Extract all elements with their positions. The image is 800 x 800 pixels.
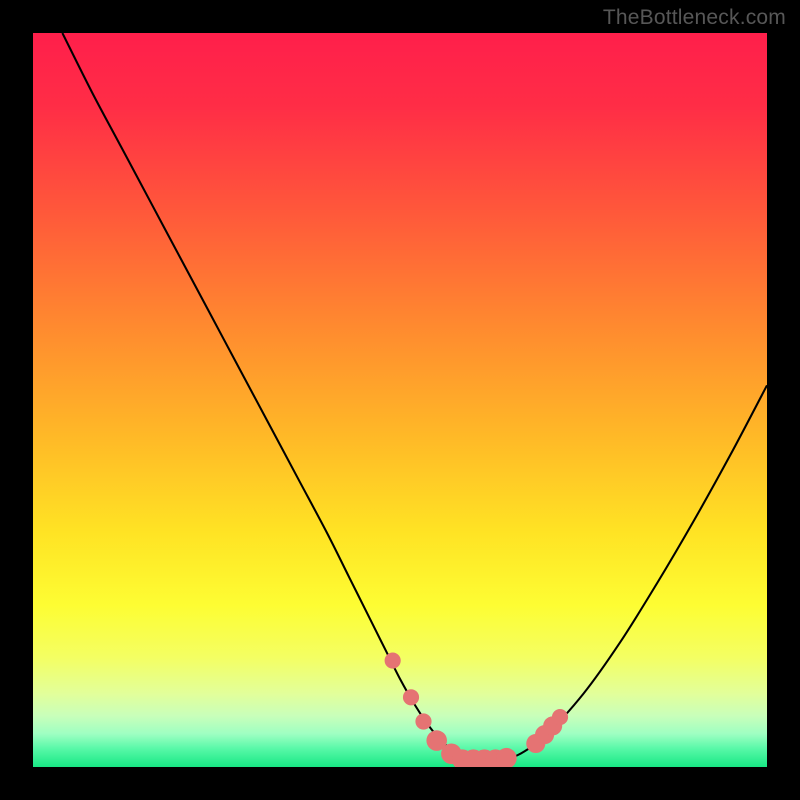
curve-marker [385, 652, 401, 668]
bottleneck-chart [33, 33, 767, 767]
watermark-text: TheBottleneck.com [603, 6, 786, 30]
bottleneck-curve [62, 33, 767, 760]
plot-area [33, 33, 767, 767]
curve-marker [552, 709, 568, 725]
curve-marker [403, 689, 419, 705]
curve-markers [385, 652, 569, 767]
curve-marker [415, 713, 431, 729]
